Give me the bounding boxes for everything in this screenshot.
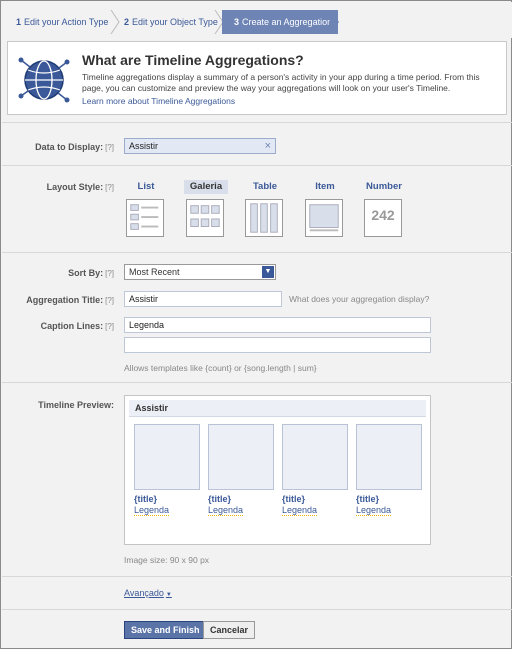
layout-option-label: Item <box>315 181 335 192</box>
layout-style-label: Layout Style: [?] <box>1 182 114 192</box>
table-layout-icon <box>245 199 283 237</box>
label-text: Aggregation Title: <box>26 295 104 305</box>
preview-image-placeholder <box>356 424 422 490</box>
preview-item-caption: Legenda <box>356 505 392 516</box>
token-value: Assistir <box>129 141 158 151</box>
chevron-down-icon: ▼ <box>262 266 274 278</box>
preview-image-placeholder <box>282 424 348 490</box>
step-edit-object-type[interactable]: 2 Edit your Object Type <box>124 10 218 34</box>
section-divider <box>2 165 512 166</box>
preview-item-caption: Legenda <box>134 505 170 516</box>
preview-item-caption: Legenda <box>282 505 318 516</box>
intro-description: Timeline aggregations display a summary … <box>82 72 480 93</box>
timeline-preview-label: Timeline Preview: <box>38 400 114 410</box>
caret-down-icon: ▼ <box>165 592 172 598</box>
help-link[interactable]: [?] <box>105 143 114 152</box>
preview-item-title: {title} <box>208 494 232 504</box>
layout-option-table[interactable]: Table <box>245 180 285 237</box>
gallery-layout-icon <box>186 199 224 237</box>
layout-option-item[interactable]: Item <box>305 180 345 237</box>
input-value: Assistir <box>129 294 158 304</box>
step-create-aggregation[interactable]: 3 Create an Aggregation <box>222 10 339 34</box>
caption-line-2-input[interactable] <box>124 337 431 353</box>
step-edit-action-type[interactable]: 1 Edit your Action Type <box>16 10 108 34</box>
caption-lines-label: Caption Lines: [?] <box>1 321 114 331</box>
cancel-button[interactable]: Cancelar <box>203 621 256 639</box>
preview-item-title: {title} <box>134 494 158 504</box>
section-divider <box>2 576 512 577</box>
step-label: Create an Aggregation <box>242 17 333 27</box>
preview-image-placeholder <box>208 424 274 490</box>
list-layout-icon <box>126 199 164 237</box>
aggregation-title-label: Aggregation Title: [?] <box>1 295 114 305</box>
layout-option-label: Number <box>366 181 402 192</box>
label-text: Layout Style: <box>46 182 104 192</box>
timeline-preview-panel: Assistir {title} Legenda {title} Legenda… <box>124 395 431 545</box>
help-link[interactable]: [?] <box>105 183 114 192</box>
data-to-display-label: Data to Display: [?] <box>1 142 114 152</box>
section-divider <box>2 382 512 383</box>
globe-network-icon <box>18 57 70 103</box>
label-text: Caption Lines: <box>40 321 104 331</box>
preview-item: {title} Legenda <box>282 424 348 516</box>
step-label: Edit your Object Type <box>132 17 218 27</box>
caption-lines-hint: Allows templates like {count} or {song.l… <box>124 363 317 373</box>
help-link[interactable]: [?] <box>105 269 114 278</box>
aggregation-title-input[interactable]: Assistir <box>124 291 282 307</box>
remove-token-icon[interactable]: × <box>265 139 271 153</box>
preview-heading: Assistir <box>129 400 426 417</box>
help-link[interactable]: [?] <box>105 296 114 305</box>
layout-option-label: Table <box>252 181 278 192</box>
item-layout-icon <box>305 199 343 237</box>
preview-item-title: {title} <box>282 494 306 504</box>
preview-item-title: {title} <box>356 494 380 504</box>
label-text: Data to Display: <box>35 142 104 152</box>
preview-image-placeholder <box>134 424 200 490</box>
preview-item-caption: Legenda <box>208 505 244 516</box>
layout-option-galeria[interactable]: Galeria <box>184 180 228 237</box>
advanced-toggle-link[interactable]: Avançado ▼ <box>124 588 172 598</box>
active-step-arrow-icon <box>330 10 339 34</box>
sort-by-label: Sort By: [?] <box>1 268 114 278</box>
intro-title: What are Timeline Aggregations? <box>82 52 304 68</box>
sort-by-select[interactable]: Most Recent ▼ <box>124 264 276 280</box>
aggregation-title-hint: What does your aggregation display? <box>289 294 430 304</box>
dialog-frame: 1 Edit your Action Type 2 Edit your Object… <box>0 0 512 649</box>
step-number: 1 <box>16 17 22 27</box>
step-separator-icon <box>110 10 120 34</box>
preview-item: {title} Legenda <box>356 424 422 516</box>
section-divider <box>2 609 512 610</box>
layout-option-number[interactable]: Number 242 <box>364 180 404 237</box>
layout-option-label: List <box>137 181 155 192</box>
preview-item: {title} Legenda <box>134 424 200 516</box>
save-and-finish-button[interactable]: Save and Finish <box>124 621 207 639</box>
number-layout-icon: 242 <box>364 199 402 237</box>
select-value: Most Recent <box>129 267 180 277</box>
section-divider <box>2 122 512 123</box>
layout-option-label: Galeria <box>184 180 228 194</box>
layout-option-list[interactable]: List <box>126 180 166 237</box>
input-value: Legenda <box>129 320 165 330</box>
step-number: 2 <box>124 17 130 27</box>
number-sample: 242 <box>371 207 395 223</box>
step-number: 3 <box>234 17 240 27</box>
label-text: Sort By: <box>68 268 104 278</box>
wizard-steps: 1 Edit your Action Type 2 Edit your Object… <box>2 2 512 38</box>
help-link[interactable]: [?] <box>105 322 114 331</box>
caption-line-1-input[interactable]: Legenda <box>124 317 431 333</box>
image-size-note: Image size: 90 x 90 px <box>124 555 210 565</box>
preview-item: {title} Legenda <box>208 424 274 516</box>
section-divider <box>2 252 512 253</box>
advanced-label: Avançado <box>124 588 164 598</box>
data-to-display-token[interactable]: Assistir × <box>124 138 276 154</box>
intro-panel: What are Timeline Aggregations? Timeline… <box>7 41 507 115</box>
learn-more-link[interactable]: Learn more about Timeline Aggregations <box>82 96 235 106</box>
step-label: Edit your Action Type <box>24 17 109 27</box>
